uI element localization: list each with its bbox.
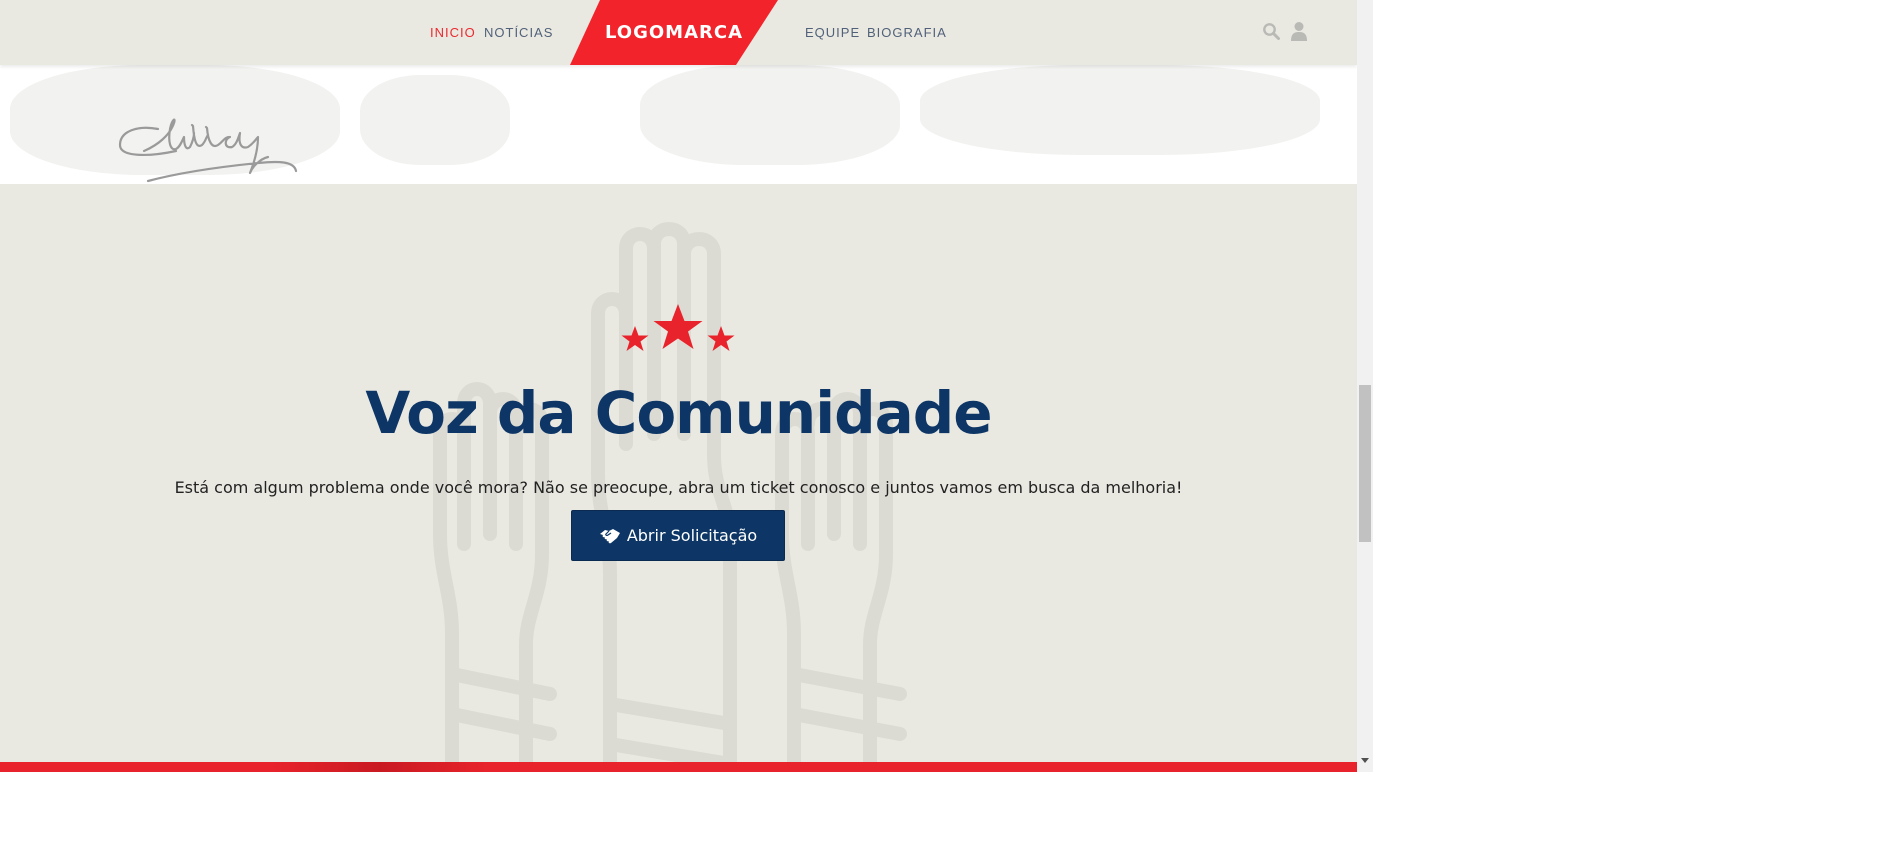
section-title: Voz da Comunidade <box>365 379 992 447</box>
community-section: Voz da Comunidade Está com algum problem… <box>0 184 1357 762</box>
scrollbar-thumb[interactable] <box>1359 385 1371 542</box>
world-map-shape <box>920 65 1320 155</box>
signature-image <box>118 118 298 183</box>
logo-text: LOGOMARCA <box>604 22 744 43</box>
signature-band <box>0 65 1357 184</box>
site-header: INICIO NOTÍCIAS LOGOMARCA EQUIPE BIOGRAF… <box>0 0 1357 65</box>
scroll-down-arrow-icon[interactable] <box>1361 758 1369 763</box>
world-map-shape <box>640 65 900 165</box>
open-request-label: Abrir Solicitação <box>626 526 758 545</box>
stars-icon <box>621 304 735 351</box>
nav-link-equipe[interactable]: EQUIPE <box>805 25 860 40</box>
page-scrollbar[interactable] <box>1357 0 1373 772</box>
footer-accent-bar <box>0 762 1357 772</box>
nav-link-inicio[interactable]: INICIO <box>430 25 476 40</box>
handshake-icon <box>599 528 620 543</box>
nav-link-biografia[interactable]: BIOGRAFIA <box>867 25 947 40</box>
section-description: Está com algum problema onde você mora? … <box>174 478 1183 497</box>
open-request-button[interactable]: Abrir Solicitação <box>571 510 785 561</box>
browser-viewport: INICIO NOTÍCIAS LOGOMARCA EQUIPE BIOGRAF… <box>0 0 1357 772</box>
nav-link-noticias[interactable]: NOTÍCIAS <box>484 25 553 40</box>
search-icon[interactable] <box>1262 22 1280 40</box>
world-map-shape <box>360 75 510 165</box>
user-icon[interactable] <box>1290 21 1308 41</box>
logo[interactable]: LOGOMARCA <box>570 0 778 65</box>
